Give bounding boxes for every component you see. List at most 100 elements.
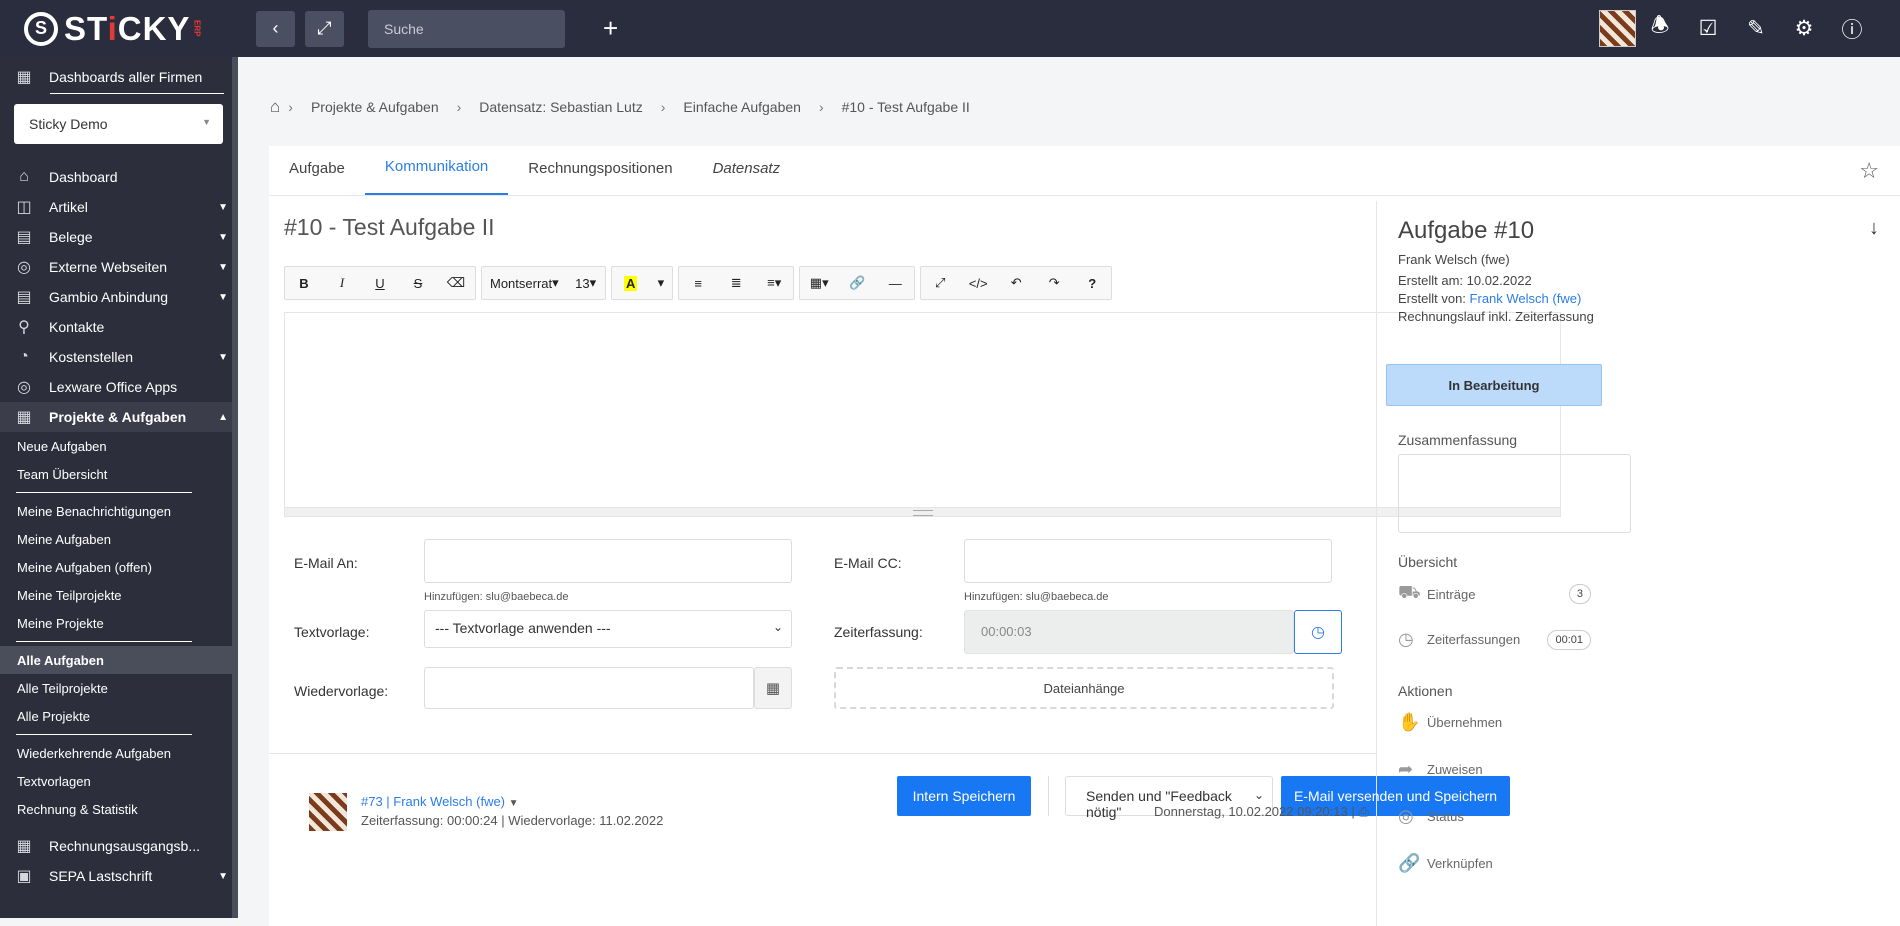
arrow-down-icon[interactable]: ↓ (1869, 217, 1879, 240)
breadcrumb-item[interactable]: Einfache Aufgaben (683, 99, 801, 115)
numbered-list-icon[interactable]: ≣ (717, 267, 755, 299)
sidebar-sub-wiederkehrend[interactable]: Wiederkehrende Aufgaben (0, 739, 238, 767)
email-cc-hint[interactable]: Hinzufügen: slu@baebeca.de (964, 591, 1109, 603)
resize-handle[interactable] (285, 507, 1560, 516)
underline-button[interactable]: U (361, 267, 399, 299)
sidebar-sub-meine-aufgaben-offen[interactable]: Meine Aufgaben (offen) (0, 553, 238, 581)
action-label: Zuweisen (1427, 762, 1483, 777)
size-select[interactable]: 13 ▾ (567, 267, 605, 299)
breadcrumb-item[interactable]: Projekte & Aufgaben (311, 99, 439, 115)
bullet-list-icon[interactable]: ≡ (679, 267, 717, 299)
help-button[interactable]: ? (1073, 267, 1111, 299)
link-icon[interactable]: 🔗 (838, 267, 876, 299)
email-to-hint[interactable]: Hinzufügen: slu@baebeca.de (424, 591, 569, 603)
sidebar-sub-neue-aufgaben[interactable]: Neue Aufgaben (0, 432, 238, 460)
calendar-icon: ▦ (765, 680, 781, 697)
breadcrumb-item[interactable]: Datensatz: Sebastian Lutz (479, 99, 642, 115)
sidebar-sub-alle-aufgaben[interactable]: Alle Aufgaben (0, 646, 238, 674)
tab-datensatz[interactable]: Datensatz (693, 160, 801, 195)
sidebar-sub-team[interactable]: Team Übersicht (0, 460, 238, 488)
text-color-button[interactable]: A (612, 267, 650, 299)
sidebar-sub-textvorlagen[interactable]: Textvorlagen (0, 767, 238, 795)
sidebar-sub-benachrichtigungen[interactable]: Meine Benachrichtigungen (0, 497, 238, 525)
sidebar-sub-meine-teilprojekte[interactable]: Meine Teilprojekte (0, 581, 238, 609)
calendar-button[interactable]: ▦ (754, 667, 792, 709)
sidebar-item-dashboards-all[interactable]: ▦ Dashboards aller Firmen (0, 62, 238, 92)
sidebar-sub-alle-teilprojekte[interactable]: Alle Teilprojekte (0, 674, 238, 702)
home-icon[interactable]: ⌂ (270, 97, 280, 117)
created-by-label: Erstellt von: (1398, 291, 1466, 306)
bold-button[interactable]: B (285, 267, 323, 299)
action-status[interactable]: ◎ Status (1398, 806, 1591, 827)
sidebar-item-gambio[interactable]: ▤ Gambio Anbindung ▼ (0, 282, 238, 312)
settings-icon[interactable]: ⚙ (1780, 16, 1828, 41)
email-to-field[interactable] (424, 539, 792, 583)
actions-label: Aktionen (1398, 683, 1453, 699)
sidebar-item-belege[interactable]: ▤ Belege ▼ (0, 222, 238, 252)
message-editor[interactable] (284, 312, 1561, 517)
code-view-button[interactable]: </> (959, 267, 997, 299)
sidebar-item-artikel[interactable]: ◫ Artikel ▼ (0, 192, 238, 222)
resubmission-field[interactable] (424, 667, 754, 709)
time-field[interactable]: 00:00:03 (964, 610, 1294, 654)
sidebar-item-sepa[interactable]: ▣ SEPA Lastschrift ▼ (0, 861, 238, 891)
created-by-link[interactable]: Frank Welsch (fwe) (1470, 291, 1582, 306)
sidebar-item-kontakte[interactable]: ⚲ Kontakte (0, 312, 238, 342)
tab-rechnungspositionen[interactable]: Rechnungspositionen (508, 160, 692, 195)
strikethrough-button[interactable]: S (399, 267, 437, 299)
action-take-over[interactable]: ✋ Übernehmen (1398, 712, 1591, 733)
table-icon[interactable]: ▦▾ (800, 267, 838, 299)
sidebar-item-externe-webseiten[interactable]: ◎ Externe Webseiten ▼ (0, 252, 238, 282)
action-link[interactable]: 🔗 Verknüpfen (1398, 853, 1591, 874)
time-entries-item[interactable]: ◷ Zeiterfassungen 00:01 (1398, 629, 1591, 650)
font-select[interactable]: Montserrat ▾ (482, 267, 567, 299)
clock-button[interactable]: ◷ (1294, 610, 1342, 654)
sidebar-item-projekte[interactable]: ▦ Projekte & Aufgaben ▲ (0, 402, 238, 432)
sidebar-item-kostenstellen[interactable]: ◔ Kostenstellen ▼ (0, 342, 238, 372)
sidebar-item-rechnungsausgang[interactable]: ▦ Rechnungsausgangsb... (0, 831, 238, 861)
hr-icon[interactable]: — (876, 267, 914, 299)
template-select[interactable]: --- Textvorlage anwenden --- ⌄ (424, 610, 792, 648)
tab-aufgabe[interactable]: Aufgabe (269, 160, 365, 195)
eraser-icon[interactable]: ⌫ (437, 267, 475, 299)
attachments-dropzone[interactable]: Dateianhänge (834, 667, 1334, 709)
print-icon[interactable]: ⎙ (1358, 804, 1368, 819)
sidebar-sub-alle-projekte[interactable]: Alle Projekte (0, 702, 238, 730)
created-at: Erstellt am: 10.02.2022 (1398, 273, 1532, 288)
action-assign[interactable]: ➦ Zuweisen (1398, 759, 1591, 780)
fullscreen-icon[interactable]: ⤢ (921, 267, 959, 299)
email-cc-field[interactable] (964, 539, 1332, 583)
star-icon[interactable]: ☆ (1859, 158, 1879, 184)
status-badge[interactable]: In Bearbeitung (1386, 364, 1602, 406)
tab-kommunikation[interactable]: Kommunikation (364, 158, 509, 195)
summary-textarea[interactable] (1398, 454, 1631, 533)
help-icon[interactable]: ⓘ (1828, 14, 1876, 44)
comment-header[interactable]: #73 | Frank Welsch (fwe) ▼ (361, 794, 519, 809)
expand-button[interactable]: ⤢ (305, 10, 344, 47)
sidebar-item-dashboard[interactable]: ⌂ Dashboard (0, 162, 238, 192)
redo-icon[interactable]: ↷ (1035, 267, 1073, 299)
sidebar-sub-meine-projekte[interactable]: Meine Projekte (0, 609, 238, 637)
back-button[interactable]: ‹ (256, 10, 295, 47)
italic-button[interactable]: I (323, 267, 361, 299)
align-icon[interactable]: ≡▾ (755, 267, 793, 299)
caret-down-icon[interactable]: ▾ (650, 267, 673, 299)
add-icon[interactable]: + (603, 13, 618, 44)
sidebar-sub-meine-aufgaben[interactable]: Meine Aufgaben (0, 525, 238, 553)
sidebar-item-lexware[interactable]: ◎ Lexware Office Apps (0, 372, 238, 402)
entries-item[interactable]: ⛟ Einträge 3 (1398, 582, 1591, 606)
bell-icon[interactable]: 🕭 (1636, 11, 1684, 46)
pencil-icon[interactable]: ✎ (1732, 16, 1780, 41)
sidebar-sub-rechnung[interactable]: Rechnung & Statistik (0, 795, 238, 823)
undo-icon[interactable]: ↶ (997, 267, 1035, 299)
company-select[interactable]: Sticky Demo ▼ (14, 104, 223, 144)
globe-icon: ◎ (17, 259, 31, 276)
avatar[interactable] (1599, 10, 1636, 47)
logo[interactable]: S STiCKY ERP (0, 0, 238, 57)
search-input[interactable]: Suche (368, 9, 565, 48)
task-owner-link[interactable]: Frank Welsch (fwe) (1398, 252, 1510, 267)
checkbox-icon[interactable]: ☑ (1684, 16, 1732, 41)
strike-label: S (413, 275, 423, 291)
home-icon: ⌂ (19, 168, 29, 185)
task-card: Aufgabe Kommunikation Rechnungspositione… (269, 146, 1900, 926)
